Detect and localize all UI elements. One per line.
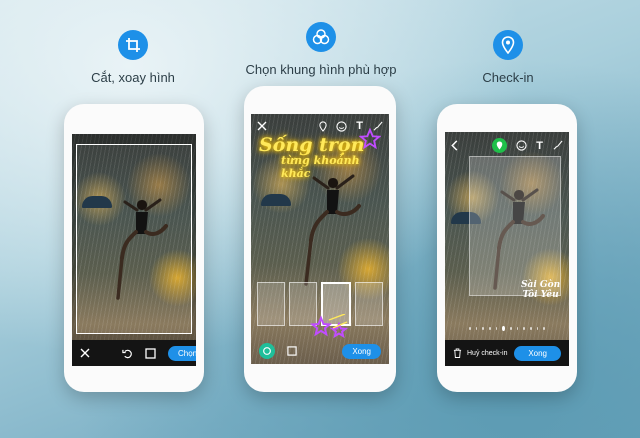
checkin-toolbar: T bbox=[451, 138, 563, 153]
dancer-figure bbox=[304, 174, 361, 286]
frames-bottom-bar: Xong bbox=[251, 338, 389, 364]
frames-screen: T Sống trọn từng khoảnh khắc Xong bbox=[251, 114, 389, 364]
checkin-selection-panel[interactable] bbox=[469, 156, 561, 296]
rotate-icon[interactable] bbox=[122, 348, 133, 359]
filter-icon[interactable] bbox=[259, 343, 275, 359]
sticker-line1: Sài Gòn bbox=[521, 280, 561, 290]
choose-button[interactable]: Chọn bbox=[168, 345, 196, 361]
location-pin-icon[interactable] bbox=[492, 138, 508, 153]
feature-label: Check-in bbox=[482, 70, 534, 85]
frame-option[interactable] bbox=[257, 282, 285, 326]
umbrella bbox=[261, 194, 291, 206]
checkin-screen: T Sài Gòn Tôi Yêu Huỷ check-in Xong bbox=[445, 132, 569, 366]
aspect-ratio-icon[interactable] bbox=[287, 346, 297, 356]
done-button[interactable]: Xong bbox=[342, 343, 381, 359]
cancel-checkin-button[interactable]: Huỷ check-in bbox=[467, 350, 507, 357]
done-button[interactable]: Xong bbox=[514, 345, 561, 361]
feature-checkin: Check-in bbox=[458, 30, 558, 85]
close-icon[interactable] bbox=[80, 348, 90, 358]
phone-frames: T Sống trọn từng khoảnh khắc Xong bbox=[244, 86, 396, 392]
frames-icon bbox=[306, 22, 336, 52]
location-pin-icon[interactable] bbox=[319, 120, 327, 132]
checkin-bottom-bar: Huỷ check-in Xong bbox=[445, 340, 569, 366]
feature-label: Chọn khung hình phù hợp bbox=[245, 62, 397, 77]
neon-text-line1[interactable]: Sống trọn bbox=[259, 134, 364, 156]
frame-option[interactable] bbox=[355, 282, 383, 326]
back-arrow-icon[interactable] bbox=[451, 140, 459, 151]
aspect-ratio-icon[interactable] bbox=[145, 347, 156, 359]
crop-bottom-bar: Chọn bbox=[72, 340, 196, 366]
checkin-sticker[interactable]: Sài Gòn Tôi Yêu bbox=[521, 280, 560, 300]
page-indicator bbox=[469, 324, 545, 332]
sticker-line2: Tôi Yêu bbox=[522, 290, 559, 300]
emoji-icon[interactable] bbox=[336, 120, 347, 132]
phone-checkin: T Sài Gòn Tôi Yêu Huỷ check-in Xong bbox=[437, 104, 577, 392]
neon-text-line2[interactable]: từng khoảnh khắc bbox=[281, 154, 389, 180]
location-pin-icon bbox=[493, 30, 523, 60]
star-sticker[interactable] bbox=[359, 128, 381, 150]
feature-label: Cắt, xoay hình bbox=[91, 70, 175, 85]
phone-crop: Chọn bbox=[64, 104, 204, 392]
text-tool-icon[interactable]: T bbox=[536, 140, 543, 152]
feature-frames: Chọn khung hình phù hợp bbox=[226, 22, 416, 77]
close-icon[interactable] bbox=[257, 121, 267, 131]
emoji-icon[interactable] bbox=[516, 140, 527, 151]
brush-icon[interactable] bbox=[552, 140, 563, 151]
crop-frame[interactable] bbox=[76, 144, 192, 334]
trash-icon[interactable] bbox=[453, 348, 462, 358]
feature-crop-rotate: Cắt, xoay hình bbox=[83, 30, 183, 85]
crop-icon bbox=[118, 30, 148, 60]
crop-screen: Chọn bbox=[72, 134, 196, 366]
